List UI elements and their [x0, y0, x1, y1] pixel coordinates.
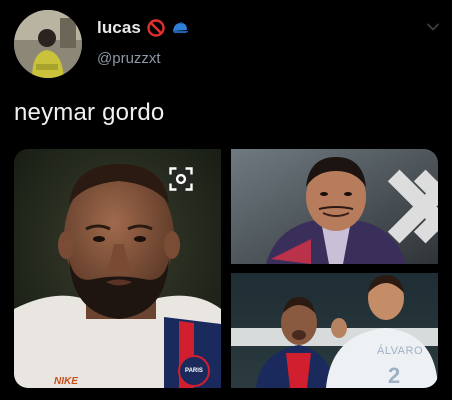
lens-button[interactable] — [169, 167, 193, 191]
blue-cap-emoji-icon — [172, 22, 188, 33]
author-display-name[interactable]: lucas — [97, 18, 141, 38]
chevron-down-icon[interactable] — [426, 20, 440, 34]
photo-2-control-icon-2 — [413, 169, 438, 244]
photo-3[interactable]: ÁLVARO 2 — [231, 273, 438, 388]
tweet-card: lucas @pruzzxt neymar gordo NIKE PARIS Á… — [0, 0, 452, 400]
media-grid: NIKE PARIS ÁLVARO 2 — [14, 149, 438, 388]
tweet-text: neymar gordo — [14, 99, 165, 126]
author-handle[interactable]: @pruzzxt — [97, 50, 161, 67]
lens-search-icon — [169, 167, 193, 191]
jersey-number-text: 2 — [388, 363, 401, 388]
avatar-image — [14, 10, 82, 78]
photo-1[interactable]: NIKE PARIS — [14, 149, 221, 388]
shirt-brand-text: NIKE — [54, 376, 78, 387]
photo-3-image — [231, 273, 438, 388]
prohibited-emoji-icon — [147, 19, 165, 37]
crest-text: PARIS — [185, 368, 203, 374]
psg-crest: PARIS — [178, 355, 210, 387]
jersey-name-text: ÁLVARO — [377, 345, 423, 357]
photo-2[interactable] — [231, 149, 438, 264]
profile-avatar[interactable] — [14, 10, 82, 78]
author-name-row: lucas — [97, 17, 189, 39]
